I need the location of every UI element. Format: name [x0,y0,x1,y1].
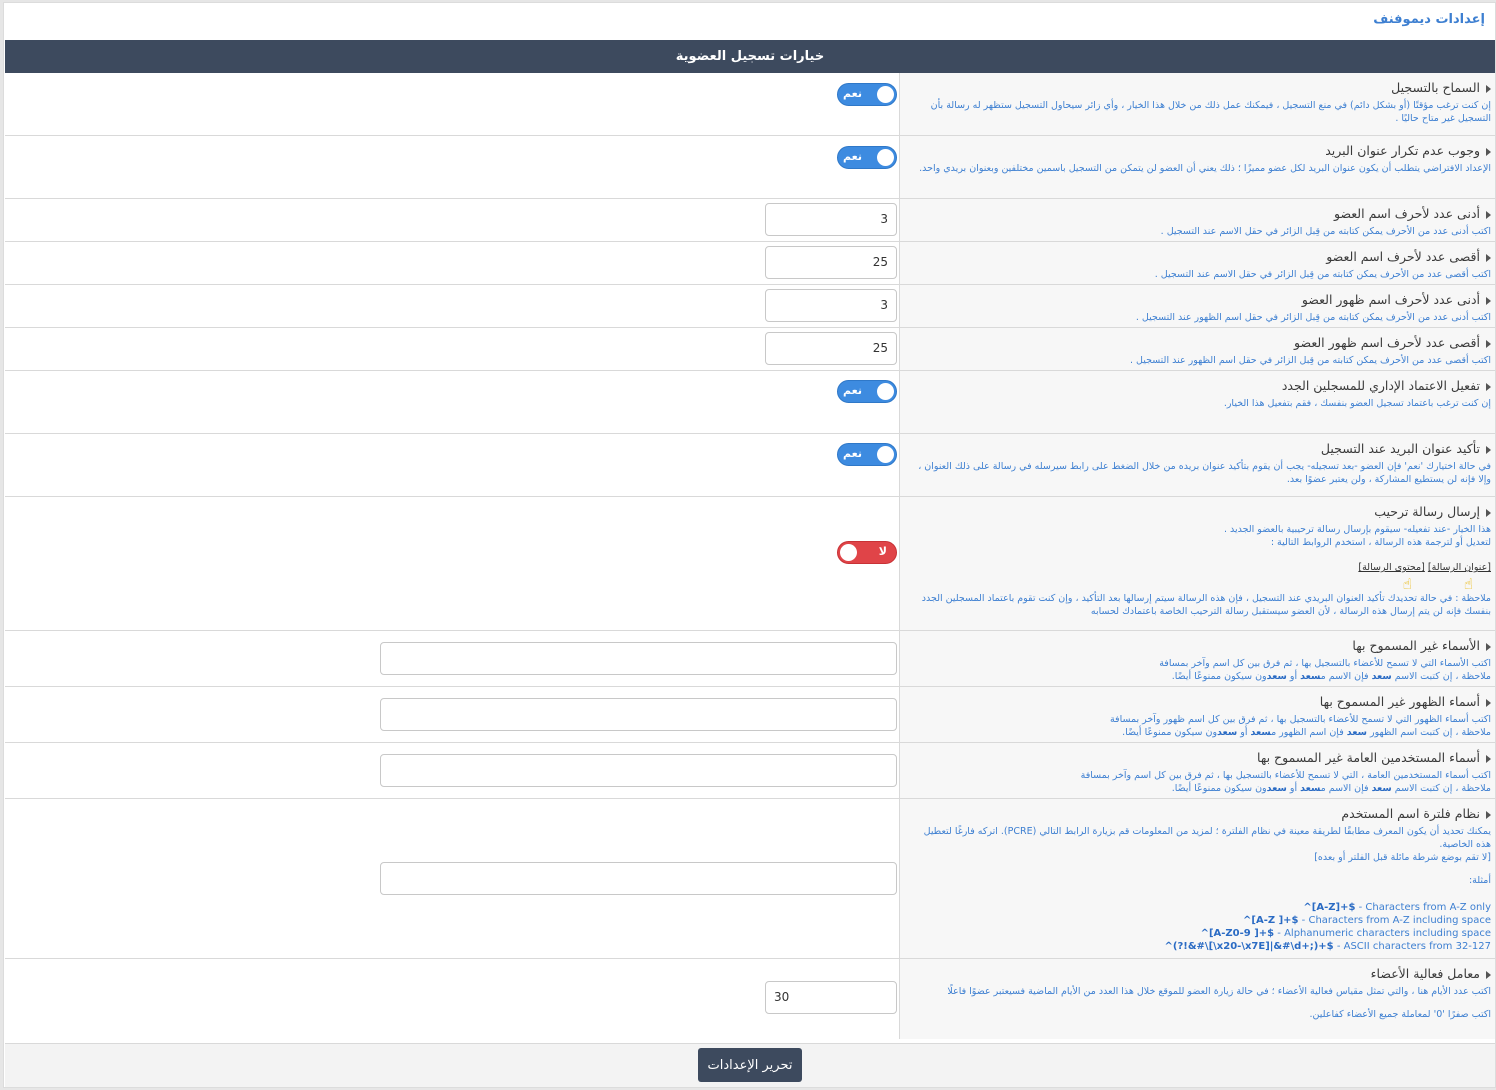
page-title: إعدادات ديموفنف [1373,12,1485,27]
caret-icon [1486,84,1491,93]
form-footer: تحرير الإعدادات [5,1043,1495,1087]
max-username-input[interactable]: 25 [765,246,897,279]
setting-title: تفعيل الاعتماد الإداري للمسجلين الجدد [1281,378,1480,393]
setting-description-2: [لا تقم بوضع شرطة مائلة قبل الفلتر أو بع… [1314,852,1491,863]
setting-note: ملاحظة ، إن كتبت الاسم سعد فإن الاسم مسع… [1171,783,1491,794]
toggle-knob [877,149,894,166]
disallowed-general-input[interactable] [380,754,897,787]
setting-description-2: اكتب صفرًا '0' لمعاملة جميع الأعضاء كفاع… [1309,1009,1491,1020]
welcome-message-toggle[interactable]: لا [837,541,897,564]
settings-rows: السماح بالتسجيل إن كنت ترغب مؤقتًا (أو ب… [5,73,1495,1039]
message-title-link[interactable]: [عنوان الرسالة] [1428,562,1491,573]
settings-frame: إعدادات ديموفنف خيارات تسجيل العضوية الس… [3,2,1496,1088]
setting-title: الأسماء غير المسموح بها [1352,638,1480,653]
example-item: ^[A-Z]+$ - Characters from A-Z only [1303,902,1491,913]
setting-description: الإعداد الافتراضي يتطلب أن يكون عنوان ال… [919,163,1491,174]
setting-note: ملاحظة ، إن كتبت الاسم سعد فإن الاسم مسع… [1171,671,1491,682]
pointer-hand-icon: ☝ [1402,575,1412,593]
min-username-input[interactable]: 3 [765,203,897,236]
setting-title: أسماء الظهور غير المسموح بها [1319,694,1480,709]
examples-label: أمثلة: [1468,875,1491,886]
caret-icon [1486,698,1491,707]
setting-row-verify-email: تأكيد عنوان البريد عند التسجيل في حالة ا… [5,434,1495,497]
setting-description: اكتب أسماء المستخدمين العامة ، التي لا ت… [1080,770,1491,781]
setting-row-allow-registration: السماح بالتسجيل إن كنت ترغب مؤقتًا (أو ب… [5,73,1495,136]
setting-description: اكتب أقصى عدد من الأحرف يمكن كتابته من ق… [1154,269,1491,280]
setting-description-2: لتعديل أو لترجمة هذه الرسالة ، استخدم ال… [1270,537,1491,548]
caret-icon [1486,296,1491,305]
disallowed-names-input[interactable] [380,642,897,675]
setting-description: اكتب أدنى عدد من الأحرف يمكن كتابته من ق… [1135,312,1491,323]
setting-title: أسماء المستخدمين العامة غير المسموح بها [1257,750,1480,765]
setting-title: تأكيد عنوان البريد عند التسجيل [1320,441,1480,456]
caret-icon [1486,642,1491,651]
setting-row-min-username: أدنى عدد لأحرف اسم العضو اكتب أدنى عدد م… [5,199,1495,242]
example-item: ^[A-Z0-9 ]+$ - Alphanumeric characters i… [1200,928,1491,939]
caret-icon [1486,253,1491,262]
setting-description: يمكنك تحديد أن يكون المعرف مطابقًا لطريق… [923,826,1491,850]
toggle-knob [877,383,894,400]
examples-list: ^[A-Z]+$ - Characters from A-Z only ^[A-… [906,901,1491,953]
pointer-hand-icon: ☝ [1463,575,1473,593]
setting-row-max-username: أقصى عدد لأحرف اسم العضو اكتب أقصى عدد م… [5,242,1495,285]
unique-email-toggle[interactable]: نعم [837,146,897,169]
disallowed-displaynames-input[interactable] [380,698,897,731]
example-item: ^(?!&#\[\x20-\x7E]|&#\d+;)+$ - ASCII cha… [1164,941,1491,952]
setting-row-min-displayname: أدنى عدد لأحرف اسم ظهور العضو اكتب أدنى … [5,285,1495,328]
setting-description: في حالة اختيارك 'نعم' فإن العضو -بعد تسج… [918,461,1491,485]
setting-row-disallowed-displaynames: أسماء الظهور غير المسموح بها اكتب أسماء … [5,687,1495,743]
section-header: خيارات تسجيل العضوية [5,40,1495,73]
toggle-knob [877,446,894,463]
setting-description: اكتب أسماء الظهور التي لا تسمح للأعضاء ب… [1109,714,1491,725]
toggle-knob [840,544,857,561]
caret-icon [1486,810,1491,819]
setting-row-disallowed-general: أسماء المستخدمين العامة غير المسموح بها … [5,743,1495,799]
setting-row-activity-factor: معامل فعالية الأعضاء اكتب عدد الأيام هنا… [5,959,1495,1039]
admin-approval-toggle[interactable]: نعم [837,380,897,403]
caret-icon [1486,147,1491,156]
caret-icon [1486,508,1491,517]
setting-description: إن كنت ترغب باعتماد تسجيل العضو بنفسك ، … [1223,398,1491,409]
setting-description: اكتب عدد الأيام هنا ، والتي تمثل مقياس ف… [947,986,1491,997]
username-filter-input[interactable] [380,862,897,895]
setting-description: اكتب أدنى عدد من الأحرف يمكن كتابته من ق… [1160,226,1491,237]
welcome-note: ملاحظة : في حالة تحديدك تأكيد العنوان ال… [921,593,1491,617]
setting-title: أدنى عدد لأحرف اسم ظهور العضو [1301,292,1480,307]
setting-row-admin-approval: تفعيل الاعتماد الإداري للمسجلين الجدد إن… [5,371,1495,434]
max-displayname-input[interactable]: 25 [765,332,897,365]
message-content-link[interactable]: [محتوى الرسالة] [1358,562,1424,573]
activity-factor-input[interactable]: 30 [765,981,897,1014]
caret-icon [1486,382,1491,391]
setting-row-max-displayname: أقصى عدد لأحرف اسم ظهور العضو اكتب أقصى … [5,328,1495,371]
toggle-knob [877,86,894,103]
setting-description: اكتب أقصى عدد من الأحرف يمكن كتابته من ق… [1129,355,1491,366]
setting-row-username-filter: نظام فلترة اسم المستخدم يمكنك تحديد أن ي… [5,799,1495,959]
caret-icon [1486,754,1491,763]
setting-description: إن كنت ترغب مؤقتًا (أو بشكل دائم) في منع… [930,100,1491,124]
setting-description: هذا الخيار -عند تفعيله- سيقوم بإرسال رسا… [1223,524,1491,535]
setting-row-unique-email: وجوب عدم تكرار عنوان البريد الإعداد الاف… [5,136,1495,199]
setting-title: أقصى عدد لأحرف اسم العضو [1326,249,1480,264]
setting-note: ملاحظة ، إن كتبت اسم الظهور سعد فإن اسم … [1122,727,1491,738]
setting-description: اكتب الأسماء التي لا تسمح للأعضاء بالتسج… [1159,658,1491,669]
setting-title: السماح بالتسجيل [1391,80,1480,95]
caret-icon [1486,210,1491,219]
caret-icon [1486,445,1491,454]
save-settings-button[interactable]: تحرير الإعدادات [698,1048,802,1082]
setting-row-disallowed-names: الأسماء غير المسموح بها اكتب الأسماء الت… [5,631,1495,687]
setting-title: إرسال رسالة ترحيب [1374,504,1480,519]
setting-title: وجوب عدم تكرار عنوان البريد [1325,143,1480,158]
min-displayname-input[interactable]: 3 [765,289,897,322]
setting-title: معامل فعالية الأعضاء [1370,966,1480,981]
example-item: ^[A-Z ]+$ - Characters from A-Z includin… [1243,915,1491,926]
setting-title: نظام فلترة اسم المستخدم [1341,806,1480,821]
allow-registration-toggle[interactable]: نعم [837,83,897,106]
caret-icon [1486,339,1491,348]
caret-icon [1486,970,1491,979]
setting-title: أقصى عدد لأحرف اسم ظهور العضو [1294,335,1480,350]
setting-row-welcome-message: إرسال رسالة ترحيب هذا الخيار -عند تفعيله… [5,497,1495,631]
setting-title: أدنى عدد لأحرف اسم العضو [1333,206,1480,221]
verify-email-toggle[interactable]: نعم [837,443,897,466]
